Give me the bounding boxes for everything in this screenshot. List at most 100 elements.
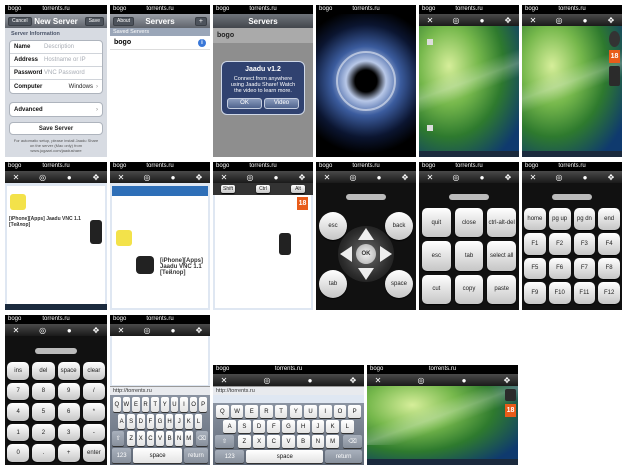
key-y[interactable]: Y (161, 397, 169, 412)
name-field[interactable]: Description (44, 44, 74, 50)
desktop-icon[interactable] (427, 125, 433, 131)
backspace-icon[interactable]: ⌫ (195, 431, 208, 446)
keypad-switcher[interactable] (35, 348, 77, 354)
ctrl-alt-del-key[interactable]: ctrl-alt-del (487, 208, 516, 238)
key-v[interactable]: V (282, 435, 295, 448)
f12-key[interactable]: F12 (598, 282, 620, 304)
f5-key[interactable]: F5 (524, 257, 546, 280)
ctrl-key[interactable]: Ctrl (256, 185, 270, 193)
light-icon[interactable]: ● (579, 16, 591, 25)
key-z[interactable]: Z (127, 431, 135, 446)
quit-key[interactable]: quit (422, 208, 451, 238)
key-s[interactable]: S (127, 414, 135, 429)
key-i[interactable]: I (318, 405, 332, 418)
copy-key[interactable]: copy (454, 274, 484, 304)
light-icon[interactable]: ● (63, 326, 75, 335)
key-e[interactable]: E (245, 405, 259, 418)
pg-dn-key[interactable]: pg dn (573, 208, 596, 230)
info-icon[interactable]: i (198, 39, 206, 47)
key-c[interactable]: C (267, 435, 281, 448)
key-w[interactable]: W (230, 405, 244, 418)
key-r[interactable]: R (260, 405, 273, 418)
target-icon[interactable]: ◎ (553, 173, 565, 182)
save-button[interactable]: Save (84, 17, 104, 26)
key-e[interactable]: E (132, 397, 140, 412)
ok-key[interactable]: OK (356, 244, 376, 264)
key-h[interactable]: H (296, 420, 310, 433)
0-key[interactable]: 0 (7, 444, 30, 462)
key-i[interactable]: I (180, 397, 188, 412)
move-icon[interactable]: ✥ (502, 173, 514, 182)
key-u[interactable]: U (170, 397, 179, 412)
target-icon[interactable]: ◎ (450, 173, 462, 182)
key-j[interactable]: J (311, 420, 325, 433)
key-g[interactable]: G (156, 414, 164, 429)
key-d[interactable]: D (137, 414, 145, 429)
9-key[interactable]: 9 (57, 382, 80, 401)
f3-key[interactable]: F3 (573, 232, 596, 255)
move-icon[interactable]: ✥ (193, 173, 205, 182)
target-icon[interactable]: ◎ (415, 376, 427, 385)
web-page[interactable]: 18 (215, 195, 311, 308)
target-icon[interactable]: ◎ (141, 173, 153, 182)
key-v[interactable]: V (156, 431, 164, 446)
decimal-key[interactable]: . (32, 444, 55, 462)
shift-key[interactable]: Shift (221, 185, 235, 193)
key-u[interactable]: U (304, 405, 317, 418)
return-key[interactable]: return (325, 450, 362, 463)
key-f[interactable]: F (146, 414, 155, 429)
target-icon[interactable]: ◎ (347, 173, 359, 182)
back-key[interactable]: back (385, 212, 413, 240)
web-page[interactable] (112, 336, 208, 385)
key-g[interactable]: G (282, 420, 295, 433)
remote-desktop-landscape-screen[interactable]: bogo torrents.ru ✕ ◎ ● ✥ 18 (367, 365, 518, 465)
numbers-key[interactable]: 123 (112, 448, 132, 463)
key-k[interactable]: K (326, 420, 339, 433)
close-icon[interactable]: ✕ (10, 173, 22, 182)
video-button[interactable]: Video (264, 98, 299, 109)
close-icon[interactable]: ✕ (218, 173, 230, 182)
f11-key[interactable]: F11 (573, 282, 596, 304)
f6-key[interactable]: F6 (548, 257, 571, 280)
key-a[interactable]: A (117, 414, 126, 429)
key-w[interactable]: W (122, 397, 131, 412)
alt-key[interactable]: Alt (291, 185, 305, 193)
close-icon[interactable]: ✕ (424, 173, 436, 182)
light-icon[interactable]: ● (476, 16, 488, 25)
numbers-key[interactable]: 123 (215, 450, 245, 463)
key-r[interactable]: R (141, 397, 150, 412)
add-server-button[interactable]: + (194, 17, 207, 26)
close-icon[interactable]: ✕ (372, 376, 384, 385)
address-field[interactable]: Hostname or IP (44, 57, 86, 63)
pg-up-key[interactable]: pg up (548, 208, 571, 230)
remote-desktop-screen[interactable]: bogo torrents.ru ✕ ◎ ● ✥ (419, 5, 519, 157)
move-icon[interactable]: ✥ (347, 376, 359, 385)
key-q[interactable]: Q (113, 397, 121, 412)
2-key[interactable]: 2 (32, 423, 55, 442)
advanced-row[interactable]: Advanced › (10, 103, 102, 116)
4-key[interactable]: 4 (7, 403, 30, 421)
f9-key[interactable]: F9 (524, 282, 546, 304)
key-t[interactable]: T (151, 397, 159, 412)
close-icon[interactable]: ✕ (10, 326, 22, 335)
arrow-up-icon[interactable] (358, 228, 374, 240)
space-key[interactable]: space (385, 270, 413, 298)
remote-desktop-screen[interactable]: bogo torrents.ru ✕ ◎ ● ✥ 18 (522, 5, 622, 157)
key-h[interactable]: H (165, 414, 174, 429)
multiply-key[interactable]: * (82, 403, 105, 421)
ins-key[interactable]: ins (7, 362, 30, 380)
tab-key[interactable]: tab (319, 270, 347, 298)
light-icon[interactable]: ● (167, 173, 179, 182)
key-x[interactable]: X (252, 435, 266, 448)
key-l[interactable]: L (194, 414, 203, 429)
url-input[interactable]: http://torrents.ru (213, 386, 364, 395)
f1-key[interactable]: F1 (524, 232, 546, 255)
about-button[interactable]: About (113, 17, 135, 26)
light-icon[interactable]: ● (476, 173, 488, 182)
target-icon[interactable]: ◎ (553, 16, 565, 25)
target-icon[interactable]: ◎ (141, 326, 153, 335)
password-row[interactable]: Password VNC Password (10, 67, 102, 80)
light-icon[interactable]: ● (579, 173, 591, 182)
divide-key[interactable]: / (82, 382, 105, 401)
keypad-switcher[interactable] (449, 194, 489, 200)
